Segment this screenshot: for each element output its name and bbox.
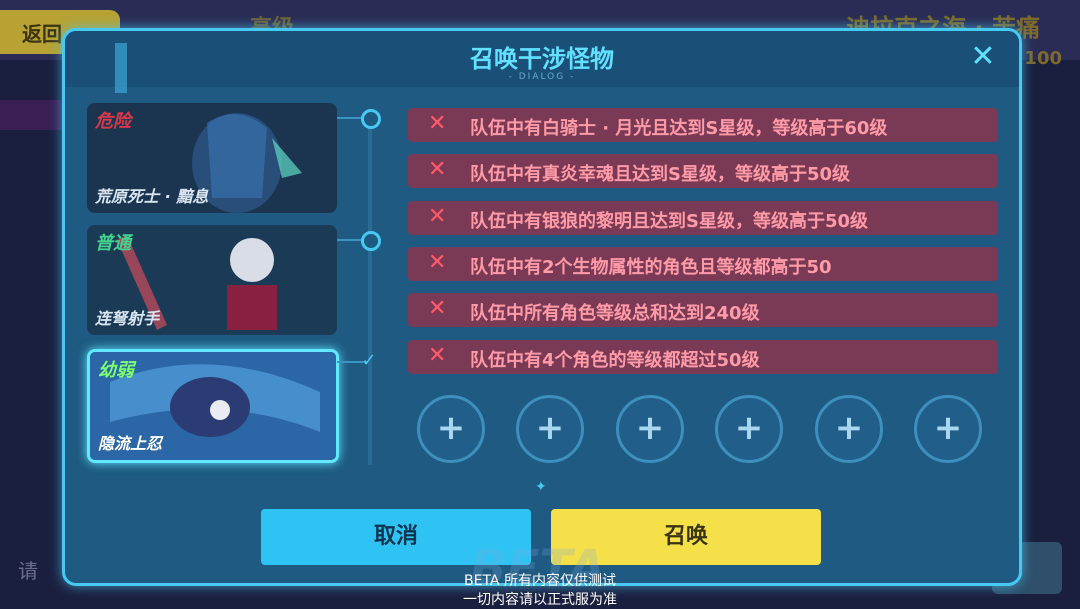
- condition-text: 队伍中所有角色等级总和达到240级: [470, 303, 760, 324]
- plus-icon: +: [635, 408, 665, 448]
- stage-number: 100: [1024, 48, 1062, 69]
- beta-note-line2: 一切内容请以正式服为准: [463, 592, 617, 608]
- team-slot[interactable]: +: [914, 395, 982, 463]
- cross-icon: ✕: [428, 296, 447, 321]
- cross-icon: ✕: [428, 250, 447, 275]
- cross-icon: ✕: [428, 343, 447, 368]
- condition-row: ✕ 队伍中有真炎幸魂且达到S星级，等级高于50级: [408, 154, 998, 188]
- cross-icon: ✕: [428, 111, 447, 136]
- monster-card-normal[interactable]: 普通 连弩射手: [87, 225, 337, 335]
- timeline-node: [361, 231, 381, 251]
- dialog-subtitle: - DIALOG -: [508, 72, 576, 82]
- diamond-icon: ✦: [535, 479, 547, 495]
- condition-text: 队伍中有银狼的黎明且达到S星级，等级高于50级: [470, 211, 869, 232]
- condition-row: ✕ 队伍中所有角色等级总和达到240级: [408, 293, 998, 327]
- cross-icon: ✕: [428, 157, 447, 182]
- monster-name: 荒原死士 · 黯息: [95, 187, 209, 206]
- beta-note-line1: BETA 所有内容仅供测试: [464, 573, 616, 589]
- condition-row: ✕ 队伍中有2个生物属性的角色且等级都高于50: [408, 247, 998, 281]
- cross-icon: ✕: [428, 204, 447, 229]
- monster-tier: 幼弱: [98, 360, 134, 381]
- team-slot[interactable]: +: [516, 395, 584, 463]
- condition-text: 队伍中有2个生物属性的角色且等级都高于50: [470, 257, 832, 278]
- condition-row: ✕ 队伍中有4个角色的等级都超过50级: [408, 340, 998, 374]
- plus-icon: +: [834, 408, 864, 448]
- timeline-node: [361, 109, 381, 129]
- summon-dialog: 召唤干涉怪物 - DIALOG - ✕ 危险 荒原死士 · 黯息 普通 连弩射手: [62, 28, 1022, 586]
- plus-icon: +: [933, 408, 963, 448]
- condition-row: ✕ 队伍中有白骑士 · 月光且达到S星级，等级高于60级: [408, 108, 998, 142]
- selection-timeline: [368, 115, 372, 465]
- monster-name: 连弩射手: [95, 309, 160, 328]
- condition-row: ✕ 队伍中有银狼的黎明且达到S星级，等级高于50级: [408, 201, 998, 235]
- plus-icon: +: [436, 408, 466, 448]
- plus-icon: +: [535, 408, 565, 448]
- close-icon[interactable]: ✕: [967, 41, 999, 73]
- check-icon: ✓: [361, 350, 377, 371]
- team-slot[interactable]: +: [417, 395, 485, 463]
- monster-tier: 普通: [95, 233, 131, 254]
- condition-text: 队伍中有4个角色的等级都超过50级: [470, 350, 760, 371]
- monster-card-danger[interactable]: 危险 荒原死士 · 黯息: [87, 103, 337, 213]
- condition-text: 队伍中有真炎幸魂且达到S星级，等级高于50级: [470, 164, 851, 185]
- monster-tier: 危险: [95, 111, 131, 132]
- team-slot[interactable]: +: [715, 395, 783, 463]
- monster-card-weak-selected[interactable]: 幼弱 隐流上忍: [87, 349, 339, 463]
- team-slot[interactable]: +: [616, 395, 684, 463]
- monster-name: 隐流上忍: [98, 434, 163, 453]
- dialog-title: 召唤干涉怪物: [470, 45, 614, 73]
- background-strip: [0, 100, 70, 130]
- back-label: 返回: [22, 22, 62, 46]
- condition-text: 队伍中有白骑士 · 月光且达到S星级，等级高于60级: [470, 118, 888, 139]
- team-slot[interactable]: +: [815, 395, 883, 463]
- plus-icon: +: [734, 408, 764, 448]
